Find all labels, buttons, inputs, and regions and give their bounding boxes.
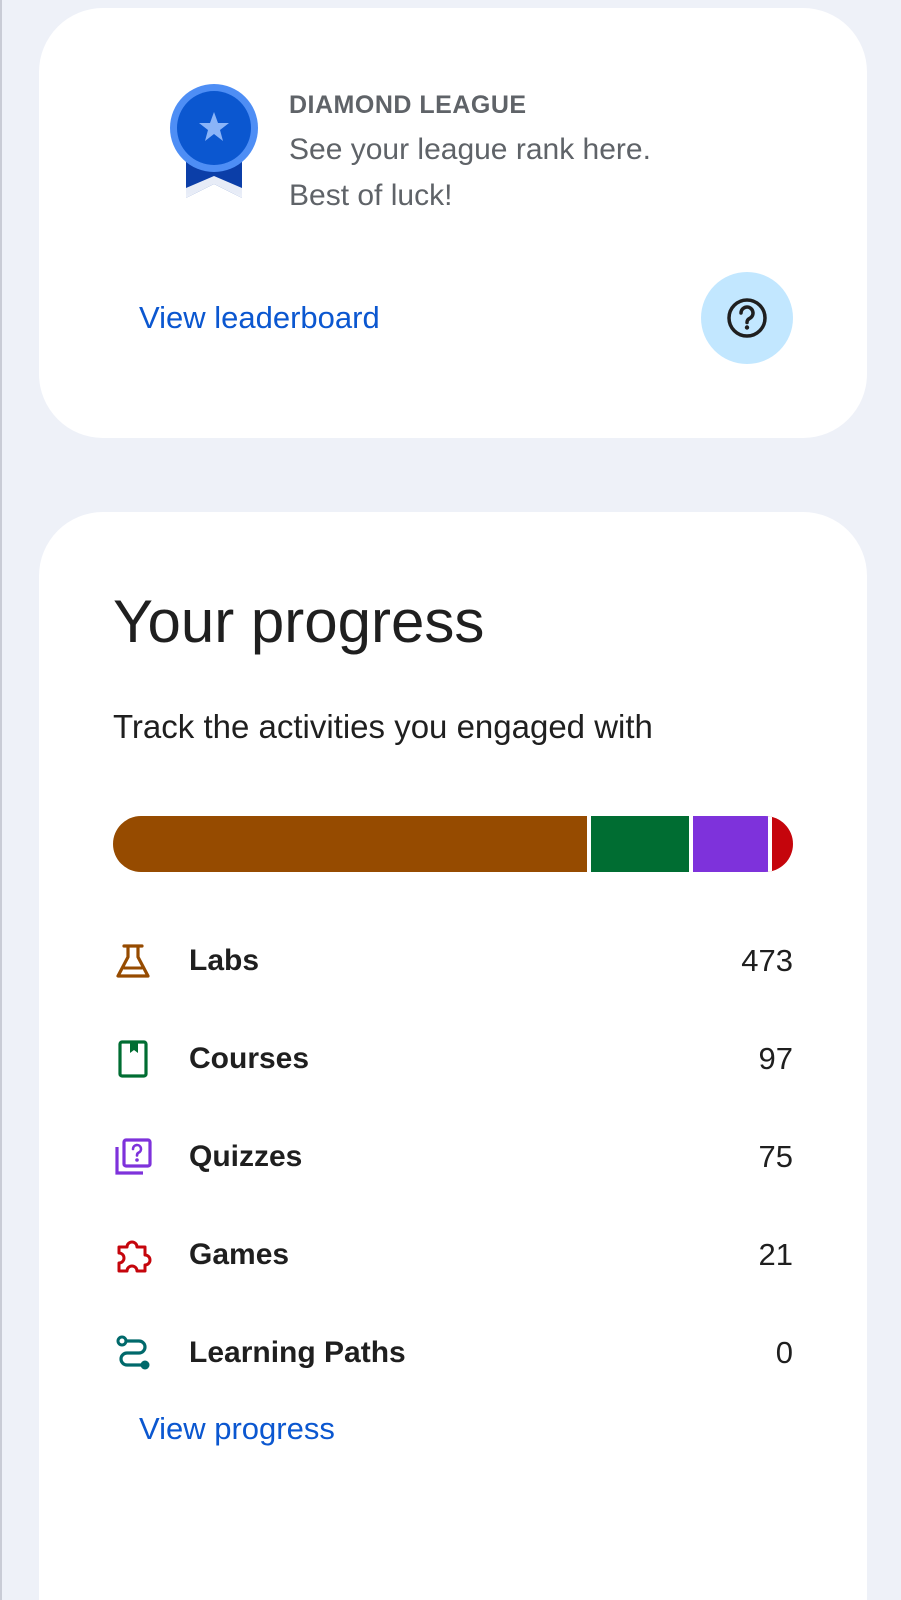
activity-label: Courses (189, 1042, 310, 1075)
help-button[interactable] (701, 272, 793, 364)
quiz-icon (113, 1137, 153, 1177)
activity-row-learning-paths: Learning Paths 0 (113, 1304, 793, 1402)
progress-title: Your progress (113, 588, 485, 655)
route-icon (113, 1333, 153, 1373)
bar-segment-quizzes (688, 816, 768, 872)
activity-count: 97 (758, 1041, 793, 1076)
activity-list: Labs 473 Courses 97 Quizzes 75 Games 21 … (113, 912, 793, 1402)
activity-count: 75 (758, 1139, 793, 1174)
league-card: DIAMOND LEAGUE See your league rank here… (39, 8, 867, 438)
activity-distribution-bar (113, 816, 793, 872)
view-leaderboard-link[interactable]: View leaderboard (139, 296, 380, 340)
activity-count: 473 (741, 943, 793, 978)
activity-label: Labs (189, 944, 260, 977)
activity-label: Learning Paths (189, 1336, 406, 1369)
activity-label: Quizzes (189, 1140, 303, 1173)
activity-row-quizzes: Quizzes 75 (113, 1108, 793, 1206)
ribbon-badge-icon (170, 84, 258, 220)
book-icon (113, 1039, 153, 1079)
activity-label: Games (189, 1238, 290, 1271)
activity-count: 0 (775, 1335, 793, 1370)
league-wish: Best of luck! (289, 179, 453, 212)
bar-segment-courses (587, 816, 689, 872)
activity-count: 21 (758, 1237, 793, 1272)
bar-segment-games (767, 816, 793, 872)
activity-row-courses: Courses 97 (113, 1010, 793, 1108)
activity-row-labs: Labs 473 (113, 912, 793, 1010)
view-progress-link[interactable]: View progress (139, 1407, 335, 1451)
progress-subtitle: Track the activities you engaged with (113, 708, 653, 745)
bar-segment-labs (113, 816, 588, 872)
league-description: See your league rank here. (289, 133, 651, 166)
league-title: DIAMOND LEAGUE (289, 91, 527, 119)
progress-card: Your progress Track the activities you e… (39, 512, 867, 1600)
help-circle-icon (727, 298, 767, 338)
puzzle-icon (113, 1235, 153, 1275)
activity-row-games: Games 21 (113, 1206, 793, 1304)
flask-icon (113, 941, 153, 981)
